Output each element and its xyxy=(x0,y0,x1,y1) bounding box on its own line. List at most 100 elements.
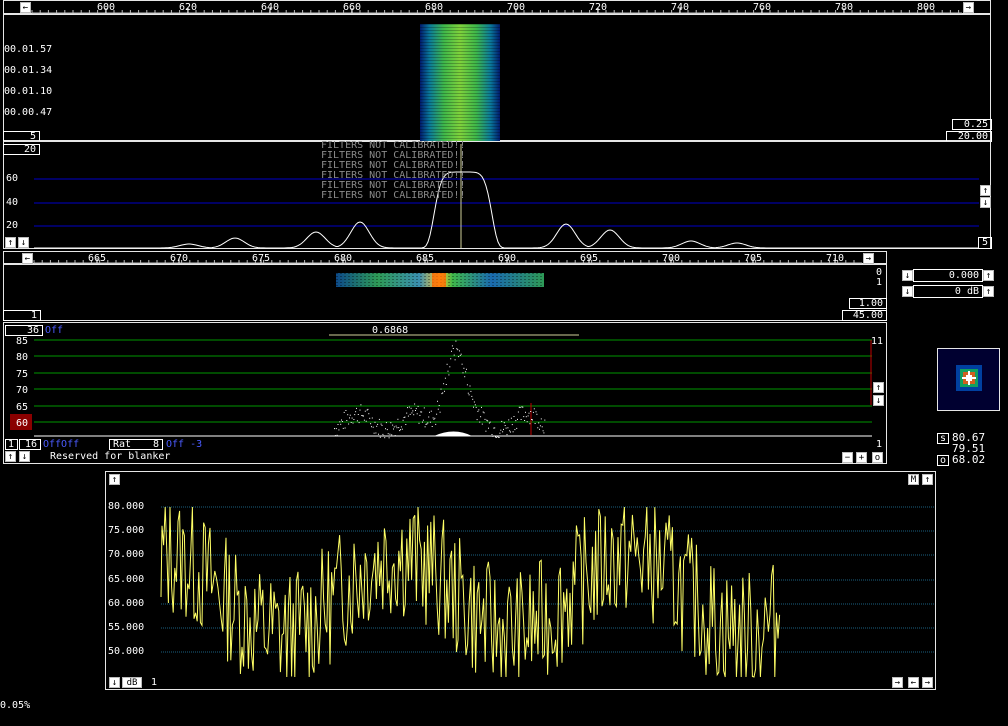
spectrum-right-box[interactable]: 5 xyxy=(978,237,992,249)
baseband-o-button[interactable]: o xyxy=(872,452,883,463)
scale-tick-label: 780 xyxy=(835,2,853,13)
baseband-panel[interactable]: 36 Off 0.6868 85 80 75 70 65 60 11 ↑ ↓ 1… xyxy=(3,322,887,464)
scale-tick-label: 800 xyxy=(917,2,935,13)
constellation-panel[interactable] xyxy=(937,348,1000,411)
zoom-waterfall-panel[interactable]: 0 1 1 1.00 45.00 xyxy=(3,264,887,321)
zoom-right-box-top[interactable]: 1.00 xyxy=(849,298,887,309)
scale-tick-label: 620 xyxy=(179,2,197,13)
zoom-tick-label: 670 xyxy=(170,253,188,264)
waterfall-time-4: 00.00.47 xyxy=(4,107,53,118)
s-meter-graph xyxy=(160,506,935,678)
baseband-bottom-down-button[interactable]: ↓ xyxy=(19,451,30,462)
meter-label-60: 60.000 xyxy=(108,598,145,609)
baseband-rat-box[interactable]: Rat 8 xyxy=(109,439,163,450)
baseband-off-label[interactable]: Off xyxy=(45,325,63,336)
zoom-waterfall-image xyxy=(336,273,544,287)
baseband-plus-button[interactable]: + xyxy=(856,452,867,463)
main-frequency-scale[interactable]: ← → 600 620 640 660 680 700 720 740 760 780 800 xyxy=(3,0,991,14)
baseband-label-60: 60 xyxy=(16,418,29,429)
meter-right-button[interactable]: → xyxy=(892,677,903,688)
meter-right-end-button[interactable]: → xyxy=(922,677,933,688)
baseband-top-box[interactable]: 36 xyxy=(5,325,43,336)
zoom-frequency-scale[interactable]: ← → 665 670 675 680 685 690 695 700 705 710 xyxy=(3,251,887,264)
baseband-bottom-up-button[interactable]: ↑ xyxy=(5,451,16,462)
zoom-right-box-bottom[interactable]: 45.00 xyxy=(842,310,887,321)
spectrum-panel[interactable]: FILTERS NOT CALIBRATED!! FILTERS NOT CALI… xyxy=(3,140,992,249)
baseband-label-75: 75 xyxy=(16,369,29,380)
zoom-tick-label: 690 xyxy=(498,253,516,264)
baseband-label-70: 70 xyxy=(16,385,29,396)
spectrum-label-60: 60 xyxy=(6,173,19,184)
zoom-tick-label: 700 xyxy=(662,253,680,264)
scale-ticks: 600 620 640 660 680 700 720 740 760 780 800 xyxy=(31,2,962,14)
meter-db-button[interactable]: dB xyxy=(122,677,142,688)
spectrum-label-20: 20 xyxy=(6,220,19,231)
zoom-tick-label: 680 xyxy=(334,253,352,264)
meter-down-button[interactable]: ↓ xyxy=(109,677,120,688)
baseband-offoff-label[interactable]: OffOff xyxy=(43,439,79,450)
baseband-right-down-button[interactable]: ↓ xyxy=(873,395,884,406)
waterfall-gain-box[interactable]: 0.25 xyxy=(952,119,992,130)
waterfall-panel[interactable]: 00.01.57 00.01.34 00.01.10 00.00.47 5 0.… xyxy=(3,14,992,142)
side-row1-down-button[interactable]: ↓ xyxy=(902,270,913,281)
meter-label-55: 55.000 xyxy=(108,622,145,633)
scale-tick-label: 760 xyxy=(753,2,771,13)
baseband-label-80: 80 xyxy=(16,352,29,363)
meter-up-right-button[interactable]: ↑ xyxy=(922,474,933,485)
side-row2-down-button[interactable]: ↓ xyxy=(902,286,913,297)
meter-label-70: 70.000 xyxy=(108,549,145,560)
zoom-tick-label: 710 xyxy=(826,253,844,264)
zoom-left-box[interactable]: 1 xyxy=(3,310,41,321)
baseband-off-minus-label[interactable]: Off -3 xyxy=(166,439,202,450)
meter-bottom-value: 1 xyxy=(151,677,158,688)
side-row1-value[interactable]: 0.000 xyxy=(913,269,983,282)
spectrum-top-box[interactable]: 20 xyxy=(3,144,40,155)
spectrum-up-button[interactable]: ↑ xyxy=(5,237,16,248)
baseband-rat-value: 8 xyxy=(152,439,159,450)
zoom-tick-label: 665 xyxy=(88,253,106,264)
meter-label-65: 65.000 xyxy=(108,574,145,585)
spectrum-down-button[interactable]: ↓ xyxy=(18,237,29,248)
side-row1-up-button[interactable]: ↑ xyxy=(983,270,994,281)
zoom-right-small-bottom: 1 xyxy=(876,277,883,288)
baseband-minus-button[interactable]: − xyxy=(842,452,853,463)
meter-label-80: 80.000 xyxy=(108,501,145,512)
zoom-tick-label: 705 xyxy=(744,253,762,264)
spectrum-graph xyxy=(34,144,979,249)
meter-up-button[interactable]: ↑ xyxy=(109,474,120,485)
scale-tick-label: 700 xyxy=(507,2,525,13)
blanker-reserved-label: Reserved for blanker xyxy=(50,451,171,462)
meter-m-button[interactable]: M xyxy=(908,474,919,485)
side-row2-value[interactable]: 0 dB xyxy=(913,285,983,298)
baseband-rat-label: Rat xyxy=(113,439,132,450)
meter-label-50: 50.000 xyxy=(108,646,145,657)
baseband-right-up-button[interactable]: ↑ xyxy=(873,382,884,393)
spectrum-right-up-button[interactable]: ↑ xyxy=(980,185,991,196)
waterfall-image xyxy=(420,24,500,142)
s-meter-graph-panel[interactable]: ↑ M ↑ 80.000 75.000 70.000 65.000 60.000… xyxy=(105,471,936,690)
constellation-key-o[interactable]: o xyxy=(937,455,949,466)
scale-tick-label: 600 xyxy=(97,2,115,13)
side-row2-up-button[interactable]: ↑ xyxy=(983,286,994,297)
meter-left-button[interactable]: ← xyxy=(908,677,919,688)
waterfall-time-2: 00.01.34 xyxy=(4,65,53,76)
baseband-right-top: 11 xyxy=(871,336,884,347)
zoom-tick-label: 675 xyxy=(252,253,270,264)
baseband-right-one: 1 xyxy=(876,439,883,450)
scale-tick-label: 660 xyxy=(343,2,361,13)
scale-tick-label: 680 xyxy=(425,2,443,13)
baseband-box-16[interactable]: 16 xyxy=(19,439,41,450)
constellation-key-s[interactable]: s xyxy=(937,433,949,444)
calibration-warning-line: FILTERS NOT CALIBRATED!! xyxy=(321,190,466,201)
baseband-label-65: 65 xyxy=(16,402,29,413)
zoom-tick-label: 685 xyxy=(416,253,434,264)
constellation-plot xyxy=(956,365,982,391)
waterfall-time-3: 00.01.10 xyxy=(4,86,53,97)
baseband-label-85: 85 xyxy=(16,336,29,347)
scale-tick-label: 640 xyxy=(261,2,279,13)
spectrum-right-down-button[interactable]: ↓ xyxy=(980,197,991,208)
waterfall-time-1: 00.01.57 xyxy=(4,44,53,55)
baseband-box-1[interactable]: 1 xyxy=(5,439,18,450)
constellation-value: 68.02 xyxy=(952,453,986,466)
scale-tick-label: 740 xyxy=(671,2,689,13)
